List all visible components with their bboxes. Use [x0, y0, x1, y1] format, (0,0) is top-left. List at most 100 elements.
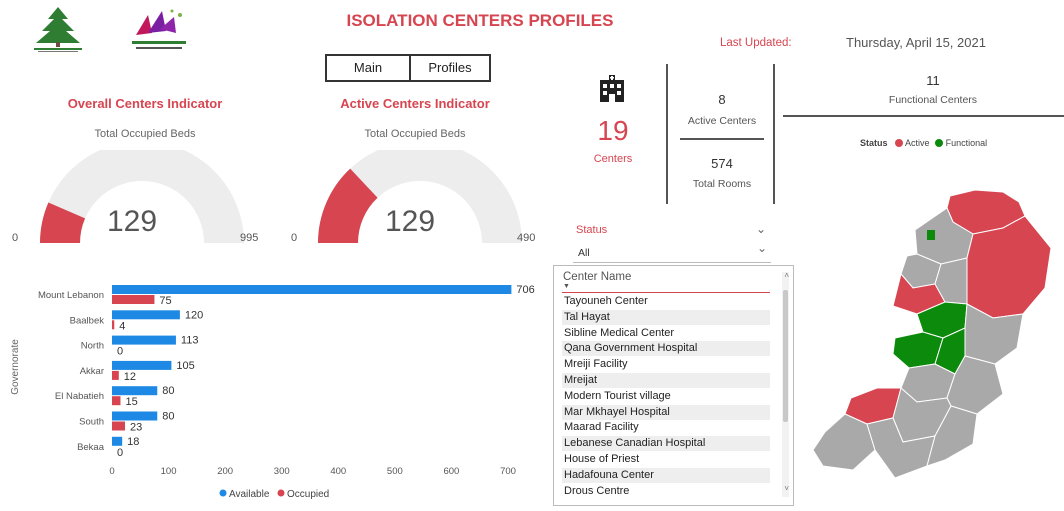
available-value-label: 706 [516, 284, 534, 296]
kpi-divider-left [666, 64, 668, 204]
available-legend-label: Available [229, 489, 270, 500]
center-list-item[interactable]: Drous Centre [562, 484, 770, 499]
total-rooms-count: 574 [711, 156, 733, 171]
category-label: Akkar [80, 366, 104, 377]
x-tick-label: 600 [443, 466, 459, 477]
occupied-value-label: 23 [130, 422, 142, 434]
x-tick-label: 700 [500, 466, 516, 477]
center-list-item[interactable]: Mreiji Facility [562, 357, 770, 372]
available-bar [112, 360, 172, 370]
occupied-bar [112, 396, 121, 406]
main-nav-button[interactable]: Main [325, 54, 411, 82]
page-title: ISOLATION CENTERS PROFILES [346, 11, 614, 30]
status-filter-label: Status [576, 224, 608, 236]
active-centers-label: Active Centers [687, 115, 757, 127]
center-list-item[interactable]: Mar Mkhayel Hospital [562, 404, 770, 420]
status-filter-collapse-icon[interactable]: ⌄ [756, 222, 766, 236]
available-bar [112, 335, 176, 345]
active-gauge-max: 490 [517, 232, 536, 244]
available-value-label: 18 [127, 436, 139, 448]
center-list-item[interactable]: Sibline Medical Center [562, 326, 770, 341]
center-list-item[interactable]: Qana Government Hospital [562, 341, 770, 357]
x-tick-label: 100 [161, 466, 177, 477]
profiles-nav-button[interactable]: Profiles [409, 54, 491, 82]
functional-centers-label: Functional Centers [888, 94, 978, 106]
category-label: Bekaa [77, 442, 105, 453]
available-bar [112, 411, 158, 421]
category-label: South [79, 417, 104, 428]
available-value-label: 105 [176, 360, 194, 372]
overall-gauge-max: 995 [240, 232, 259, 244]
center-list-item[interactable]: Mreijat [562, 373, 770, 388]
occupied-legend-dot [277, 489, 285, 497]
occupied-bar [112, 421, 126, 431]
x-tick-label: 300 [274, 466, 290, 477]
total-rooms-label: Total Rooms [692, 178, 752, 190]
available-value-label: 80 [162, 385, 174, 397]
x-tick-label: 200 [217, 466, 233, 477]
overall-gauge-subtitle: Total Occupied Beds [94, 128, 196, 140]
category-label: Mount Lebanon [38, 290, 104, 301]
category-label: El Nabatieh [55, 391, 104, 402]
active-centers-count: 8 [718, 92, 726, 107]
center-list-item[interactable]: Lebanese Canadian Hospital [562, 436, 770, 452]
status-filter-dropdown[interactable]: All ⌄ [573, 241, 771, 263]
occupied-bar [112, 295, 155, 304]
available-bar [112, 436, 123, 446]
kpi-divider-right [773, 64, 775, 204]
occupied-bar [112, 320, 115, 330]
center-name-header[interactable]: Center Name [563, 271, 631, 283]
functional-legend-label: Functional [945, 138, 988, 148]
category-label: Baalbek [70, 315, 105, 326]
center-list-item[interactable]: Tayouneh Center [562, 294, 770, 309]
center-list-item[interactable]: Modern Tourist village [562, 389, 770, 404]
center-name-table[interactable]: Center Name ▼ Tayouneh Center Tal Hayat Si… [553, 265, 794, 506]
occupied-value-label: 12 [124, 371, 136, 383]
active-gauge-subtitle: Total Occupied Beds [364, 128, 466, 140]
occupied-value-label: 4 [119, 320, 125, 332]
center-list-item[interactable]: House of Priest [562, 452, 770, 467]
occupied-value-label: 15 [125, 396, 137, 408]
functional-centers-count: 11 [926, 73, 940, 88]
x-tick-label: 0 [109, 466, 114, 477]
center-list-item[interactable]: Maarad Facility [562, 420, 770, 435]
active-gauge-min: 0 [291, 232, 298, 244]
chevron-down-icon: ⌄ [756, 241, 767, 255]
available-value-label: 113 [181, 335, 199, 347]
map-legend: Status Active Functional [860, 138, 987, 148]
overall-gauge-title: Overall Centers Indicator [67, 96, 223, 111]
kpi-divider-top-right [783, 115, 1064, 117]
overall-gauge-value: 129 [106, 205, 158, 238]
scrollbar-thumb[interactable] [783, 290, 788, 422]
last-updated-label: Last Updated: [720, 37, 792, 49]
center-list-item[interactable]: Tal Hayat [562, 309, 770, 325]
scroll-up-icon[interactable]: ˄ [784, 271, 789, 280]
active-gauge-value: 129 [384, 205, 436, 238]
available-value-label: 80 [162, 411, 174, 423]
overall-gauge-min: 0 [12, 232, 19, 244]
map-region-small-green [927, 230, 935, 240]
centers-label: Centers [593, 153, 633, 165]
occupied-legend-label: Occupied [287, 489, 329, 500]
status-filter-value: All [578, 247, 590, 259]
kpi-divider-mid [680, 138, 764, 140]
governorate-bar-chart: Mount Lebanon 70675Baalbek 1204North 1130Ak… [10, 284, 535, 500]
occupied-value-label: 75 [159, 295, 171, 307]
sort-down-icon[interactable]: ▼ [563, 283, 570, 290]
available-legend-dot [219, 489, 227, 497]
x-tick-label: 500 [387, 466, 403, 477]
available-bar [112, 310, 180, 320]
hospital-building-icon [597, 74, 627, 104]
functional-legend-dot [935, 139, 944, 147]
x-tick-label: 400 [330, 466, 346, 477]
scroll-down-icon[interactable]: ˅ [784, 484, 789, 493]
lebanon-map [805, 188, 1055, 488]
center-list-item[interactable]: Hadafouna Center [562, 467, 770, 483]
active-legend-dot [895, 139, 904, 147]
y-axis-label: Governorate [10, 339, 21, 395]
occupied-bar [112, 370, 119, 380]
active-legend-label: Active [905, 138, 930, 148]
available-bar [112, 386, 158, 396]
map-legend-title: Status [860, 138, 888, 148]
active-gauge-title: Active Centers Indicator [340, 96, 490, 111]
